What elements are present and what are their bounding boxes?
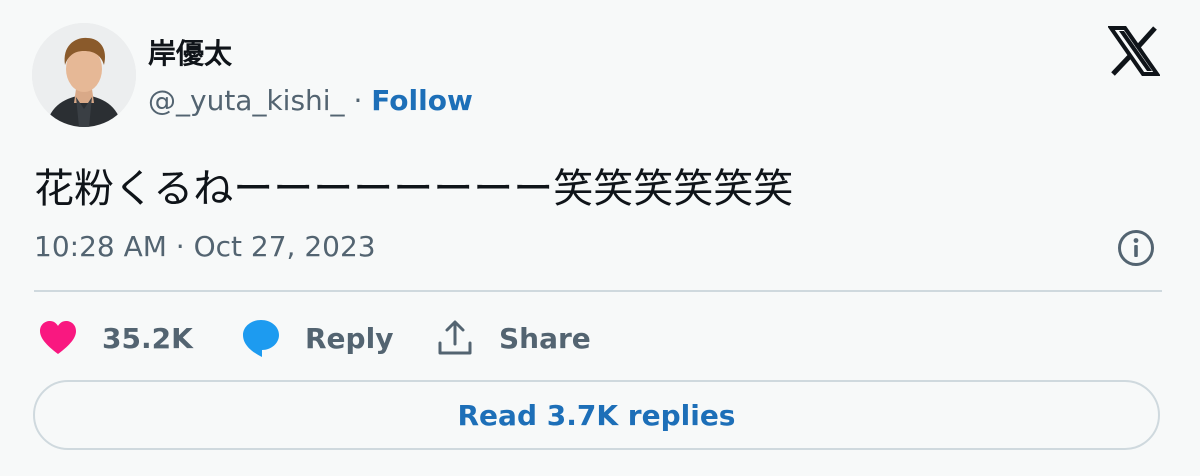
author-name[interactable]: 岸優太 — [148, 32, 232, 72]
share-button[interactable]: Share — [436, 316, 591, 360]
author-handle-row: @_yuta_kishi_ · Follow — [148, 84, 473, 117]
share-upload-icon — [438, 320, 472, 355]
tweet-text: 花粉くるねーーーーーーーー笑笑笑笑笑笑 — [34, 166, 794, 212]
avatar[interactable] — [32, 23, 136, 127]
like-button[interactable]: 35.2K — [38, 316, 193, 360]
read-replies-button[interactable]: Read 3.7K replies — [33, 380, 1160, 450]
divider — [34, 290, 1162, 292]
tweet-timestamp[interactable]: 10:28 AM · Oct 27, 2023 — [34, 230, 376, 263]
reply-label: Reply — [305, 321, 394, 355]
reply-button[interactable]: Reply — [240, 316, 393, 360]
heart-icon — [40, 321, 76, 354]
x-logo-icon[interactable] — [1107, 26, 1161, 76]
read-replies-label: Read 3.7K replies — [457, 398, 736, 432]
avatar-photo — [32, 23, 136, 127]
separator-dot: · — [353, 84, 363, 117]
follow-button[interactable]: Follow — [371, 84, 473, 117]
speech-bubble-icon — [243, 320, 279, 357]
like-count: 35.2K — [102, 321, 193, 355]
share-label: Share — [499, 321, 591, 355]
info-icon[interactable] — [1116, 228, 1156, 268]
author-handle[interactable]: @_yuta_kishi_ — [148, 84, 345, 117]
